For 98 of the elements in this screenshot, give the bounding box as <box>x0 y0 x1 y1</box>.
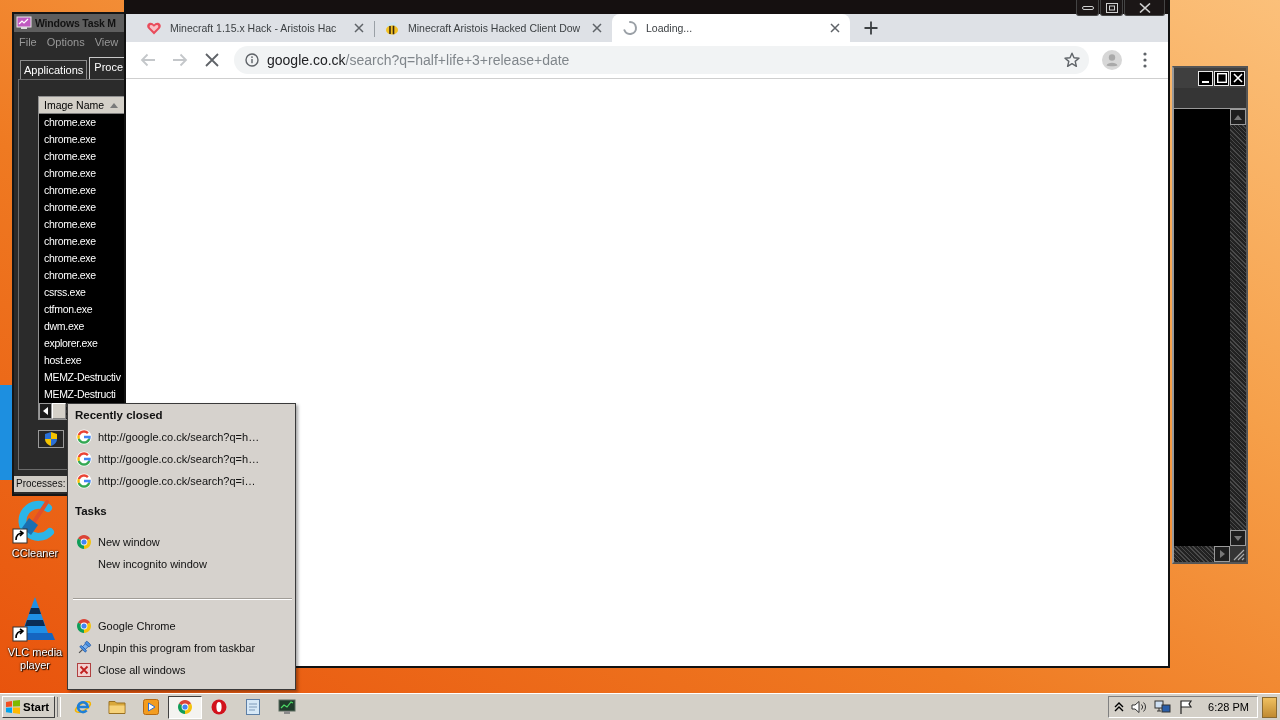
scroll-up-button[interactable] <box>1230 109 1246 125</box>
column-header[interactable]: Image Name <box>39 97 124 114</box>
right-arrow-icon <box>1219 550 1225 558</box>
scroll-left-button[interactable] <box>39 403 52 419</box>
process-row[interactable]: MEMZ-Destructi <box>39 386 124 403</box>
process-row[interactable]: chrome.exe <box>39 182 124 199</box>
menu-item[interactable]: File <box>19 36 37 48</box>
chrome-icon <box>177 699 193 715</box>
shield-icon <box>43 431 59 447</box>
scroll-down-button[interactable] <box>1230 530 1246 546</box>
show-desktop-button[interactable] <box>1262 696 1277 718</box>
minimize-icon <box>1202 80 1209 83</box>
speaker-icon[interactable] <box>1131 700 1148 714</box>
window-title: Windows Task M <box>35 17 116 29</box>
process-row[interactable]: chrome.exe <box>39 267 124 284</box>
close-icon[interactable] <box>830 23 840 33</box>
traffic-cone-shortcut-icon[interactable] <box>12 595 58 643</box>
menu-icon[interactable] <box>1143 52 1147 68</box>
notepad-icon <box>245 698 261 716</box>
left-arrow-icon <box>43 407 48 415</box>
menu-item[interactable]: Options <box>46 36 85 48</box>
maximize-button[interactable] <box>1214 70 1229 86</box>
process-row[interactable]: csrss.exe <box>39 284 124 301</box>
pushpin-icon <box>76 640 92 656</box>
chrome-icon <box>76 618 92 634</box>
process-row[interactable]: explorer.exe <box>39 335 124 352</box>
restore-button[interactable] <box>1100 0 1123 16</box>
status-bar: Processes: <box>14 476 67 492</box>
scroll-right-button[interactable] <box>1214 546 1230 562</box>
process-row[interactable]: chrome.exe <box>39 233 124 250</box>
taskbar-button[interactable] <box>168 695 202 719</box>
menu-item[interactable]: Google Chrome <box>71 615 292 637</box>
vertical-scrollbar[interactable] <box>1230 109 1246 546</box>
play-icon <box>143 699 159 715</box>
process-row[interactable]: chrome.exe <box>39 250 124 267</box>
up-arrow-icon <box>1234 114 1242 120</box>
start-button[interactable]: Start <box>2 696 55 718</box>
menu-item[interactable]: Unpin this program from taskbar <box>71 637 292 659</box>
menu-item[interactable]: http://google.co.ck/search?q=h… <box>71 448 292 470</box>
process-row[interactable]: chrome.exe <box>39 199 124 216</box>
g-logo-icon <box>76 451 92 467</box>
menu-item[interactable]: http://google.co.ck/search?q=i… <box>71 470 292 492</box>
process-row[interactable]: chrome.exe <box>39 148 124 165</box>
network-icon[interactable] <box>1154 699 1173 715</box>
browser-tab[interactable]: Minecraft 1.15.x Hack - Aristois Hac <box>136 14 374 42</box>
address-bar[interactable]: google.co.ck/search?q=half+life+3+release+date <box>234 46 1089 74</box>
menu-item[interactable]: New incognito window <box>71 553 292 575</box>
sort-arrow-icon <box>110 102 119 108</box>
menu-item[interactable]: Close all windows <box>71 659 292 681</box>
process-row[interactable]: chrome.exe <box>39 131 124 148</box>
x-mark-icon[interactable] <box>205 53 219 67</box>
process-row[interactable]: dwm.exe <box>39 318 124 335</box>
tab[interactable]: Applications <box>20 60 88 79</box>
browser-tab[interactable]: Loading... <box>612 14 850 42</box>
monitor-icon <box>278 699 296 715</box>
close-icon <box>76 662 92 678</box>
process-row[interactable]: chrome.exe <box>39 216 124 233</box>
scroll-thumb[interactable] <box>52 403 66 419</box>
minimize-icon <box>1081 5 1094 10</box>
chevron-up-icon[interactable] <box>1114 701 1125 713</box>
monitor-icon <box>16 16 32 30</box>
clock[interactable]: 6:28 PM <box>1208 701 1249 713</box>
close-button[interactable] <box>1124 0 1165 16</box>
resize-grip-icon[interactable] <box>1231 547 1245 561</box>
close-icon <box>1232 73 1243 83</box>
desktop-icon-label: CCleaner <box>11 547 59 560</box>
e-ring-icon <box>74 698 92 716</box>
star-icon[interactable] <box>1064 52 1080 68</box>
horizontal-scrollbar[interactable] <box>1174 546 1230 562</box>
browser-tab[interactable]: Minecraft Aristois Hacked Client Dow <box>374 14 612 42</box>
menu-item[interactable]: http://google.co.ck/search?q=h… <box>71 426 292 448</box>
windows-flag-icon <box>5 699 21 715</box>
g-logo-icon <box>76 473 92 489</box>
g-logo-icon <box>76 429 92 445</box>
process-row[interactable]: chrome.exe <box>39 114 124 131</box>
maximize-icon <box>1216 73 1227 83</box>
close-icon <box>1138 2 1151 13</box>
down-arrow-icon <box>1234 535 1242 541</box>
process-row[interactable]: MEMZ-Destructiv <box>39 369 124 386</box>
menu-item[interactable]: New window <box>71 531 292 553</box>
restore-icon <box>1105 2 1118 13</box>
menu-item[interactable]: View <box>94 36 119 48</box>
process-row[interactable]: chrome.exe <box>39 165 124 182</box>
section-heading: Recently closed <box>75 408 164 423</box>
minimize-button[interactable] <box>1076 0 1099 16</box>
folder-icon <box>108 699 126 715</box>
shield-button[interactable] <box>38 430 64 448</box>
plus-icon[interactable] <box>864 21 878 35</box>
chrome-icon <box>76 534 92 550</box>
flag-icon[interactable] <box>1179 699 1194 715</box>
desktop-icon-label: VLC media player <box>6 646 64 672</box>
o-ring-icon <box>211 699 227 715</box>
process-row[interactable]: ctfmon.exe <box>39 301 124 318</box>
process-row[interactable]: host.exe <box>39 352 124 369</box>
info-icon <box>245 53 259 67</box>
section-heading: Tasks <box>75 504 108 519</box>
close-icon[interactable] <box>592 23 602 33</box>
close-icon[interactable] <box>354 23 364 33</box>
